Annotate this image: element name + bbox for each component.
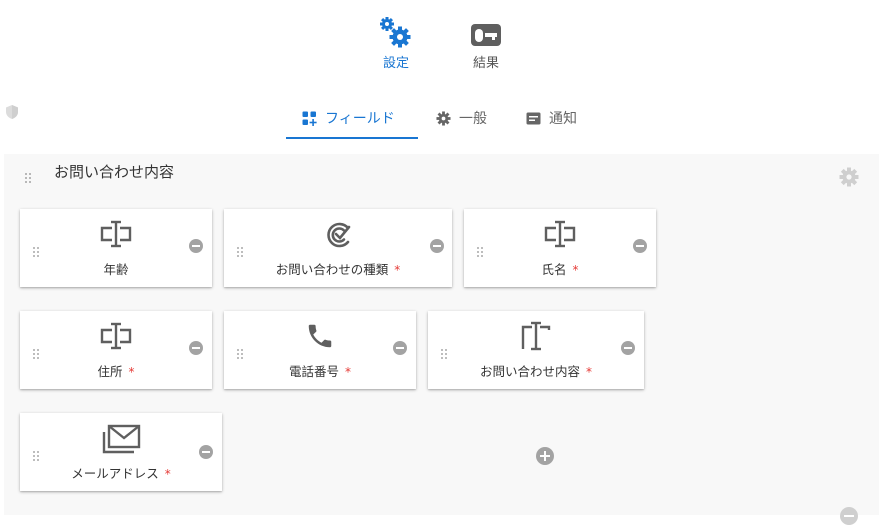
- field-label-email: メールアドレス *: [71, 466, 171, 481]
- remove-field-button[interactable]: [189, 239, 203, 253]
- required-mark: *: [128, 365, 135, 379]
- field-label-phone: 電話番号 *: [288, 364, 351, 379]
- text-field-icon: [464, 219, 656, 249]
- section-settings-gear-icon[interactable]: [839, 167, 859, 191]
- tab-general-label: 一般: [459, 111, 487, 127]
- text-field-icon: [20, 219, 212, 249]
- phone-icon: [224, 321, 416, 351]
- gears-icon: [366, 16, 426, 50]
- field-label-inquiry-content: お問い合わせ内容 *: [479, 364, 592, 379]
- shield-icon: [5, 104, 19, 124]
- required-mark: *: [394, 263, 401, 277]
- remove-field-button[interactable]: [621, 341, 635, 355]
- section-title: お問い合わせ内容: [54, 163, 175, 181]
- field-label-address: 住所 *: [97, 364, 135, 379]
- remove-field-button[interactable]: [633, 239, 647, 253]
- field-label-name: 氏名 *: [541, 262, 579, 277]
- tab-fields[interactable]: フィールド: [302, 104, 395, 132]
- mailbox-icon: [456, 22, 516, 50]
- tab-notify-label: 通知: [549, 111, 577, 127]
- widgets-icon: [302, 111, 317, 126]
- mode-settings-label: 設定: [382, 56, 409, 71]
- mail-icon: [20, 423, 222, 455]
- required-mark: *: [345, 365, 351, 379]
- field-card-inquiry-type[interactable]: お問い合わせの種類 *: [224, 209, 452, 287]
- tab-active-indicator: [286, 137, 418, 139]
- gear-icon: [436, 110, 451, 126]
- add-field-button[interactable]: [536, 447, 554, 465]
- text-field-icon: [20, 321, 212, 351]
- remove-section-button[interactable]: [840, 507, 858, 525]
- required-mark: *: [572, 263, 579, 277]
- mode-results[interactable]: 結果: [456, 22, 516, 71]
- remove-field-button[interactable]: [393, 341, 407, 355]
- field-card-inquiry-content[interactable]: お問い合わせ内容 *: [428, 311, 644, 389]
- mode-results-label: 結果: [472, 56, 499, 71]
- field-label-inquiry-type: お問い合わせの種類 *: [275, 262, 401, 277]
- mode-settings[interactable]: 設定: [366, 16, 426, 71]
- required-mark: *: [586, 365, 592, 379]
- field-card-email[interactable]: メールアドレス *: [20, 413, 222, 491]
- check-circle-icon: [224, 219, 452, 249]
- field-card-address[interactable]: 住所 *: [20, 311, 212, 389]
- remove-field-button[interactable]: [189, 341, 203, 355]
- field-label-age: 年齢: [103, 262, 129, 277]
- notification-card-icon: [526, 112, 541, 125]
- section-drag-handle-icon[interactable]: [25, 168, 31, 187]
- tab-general[interactable]: 一般: [436, 104, 487, 132]
- tab-fields-label: フィールド: [325, 111, 395, 127]
- required-mark: *: [164, 467, 171, 481]
- remove-field-button[interactable]: [430, 239, 444, 253]
- field-card-name[interactable]: 氏名 *: [464, 209, 656, 287]
- tab-notify[interactable]: 通知: [526, 104, 577, 132]
- field-card-age[interactable]: 年齢: [20, 209, 212, 287]
- field-card-phone[interactable]: 電話番号 *: [224, 311, 416, 389]
- remove-field-button[interactable]: [199, 445, 213, 459]
- textarea-icon: [428, 321, 644, 351]
